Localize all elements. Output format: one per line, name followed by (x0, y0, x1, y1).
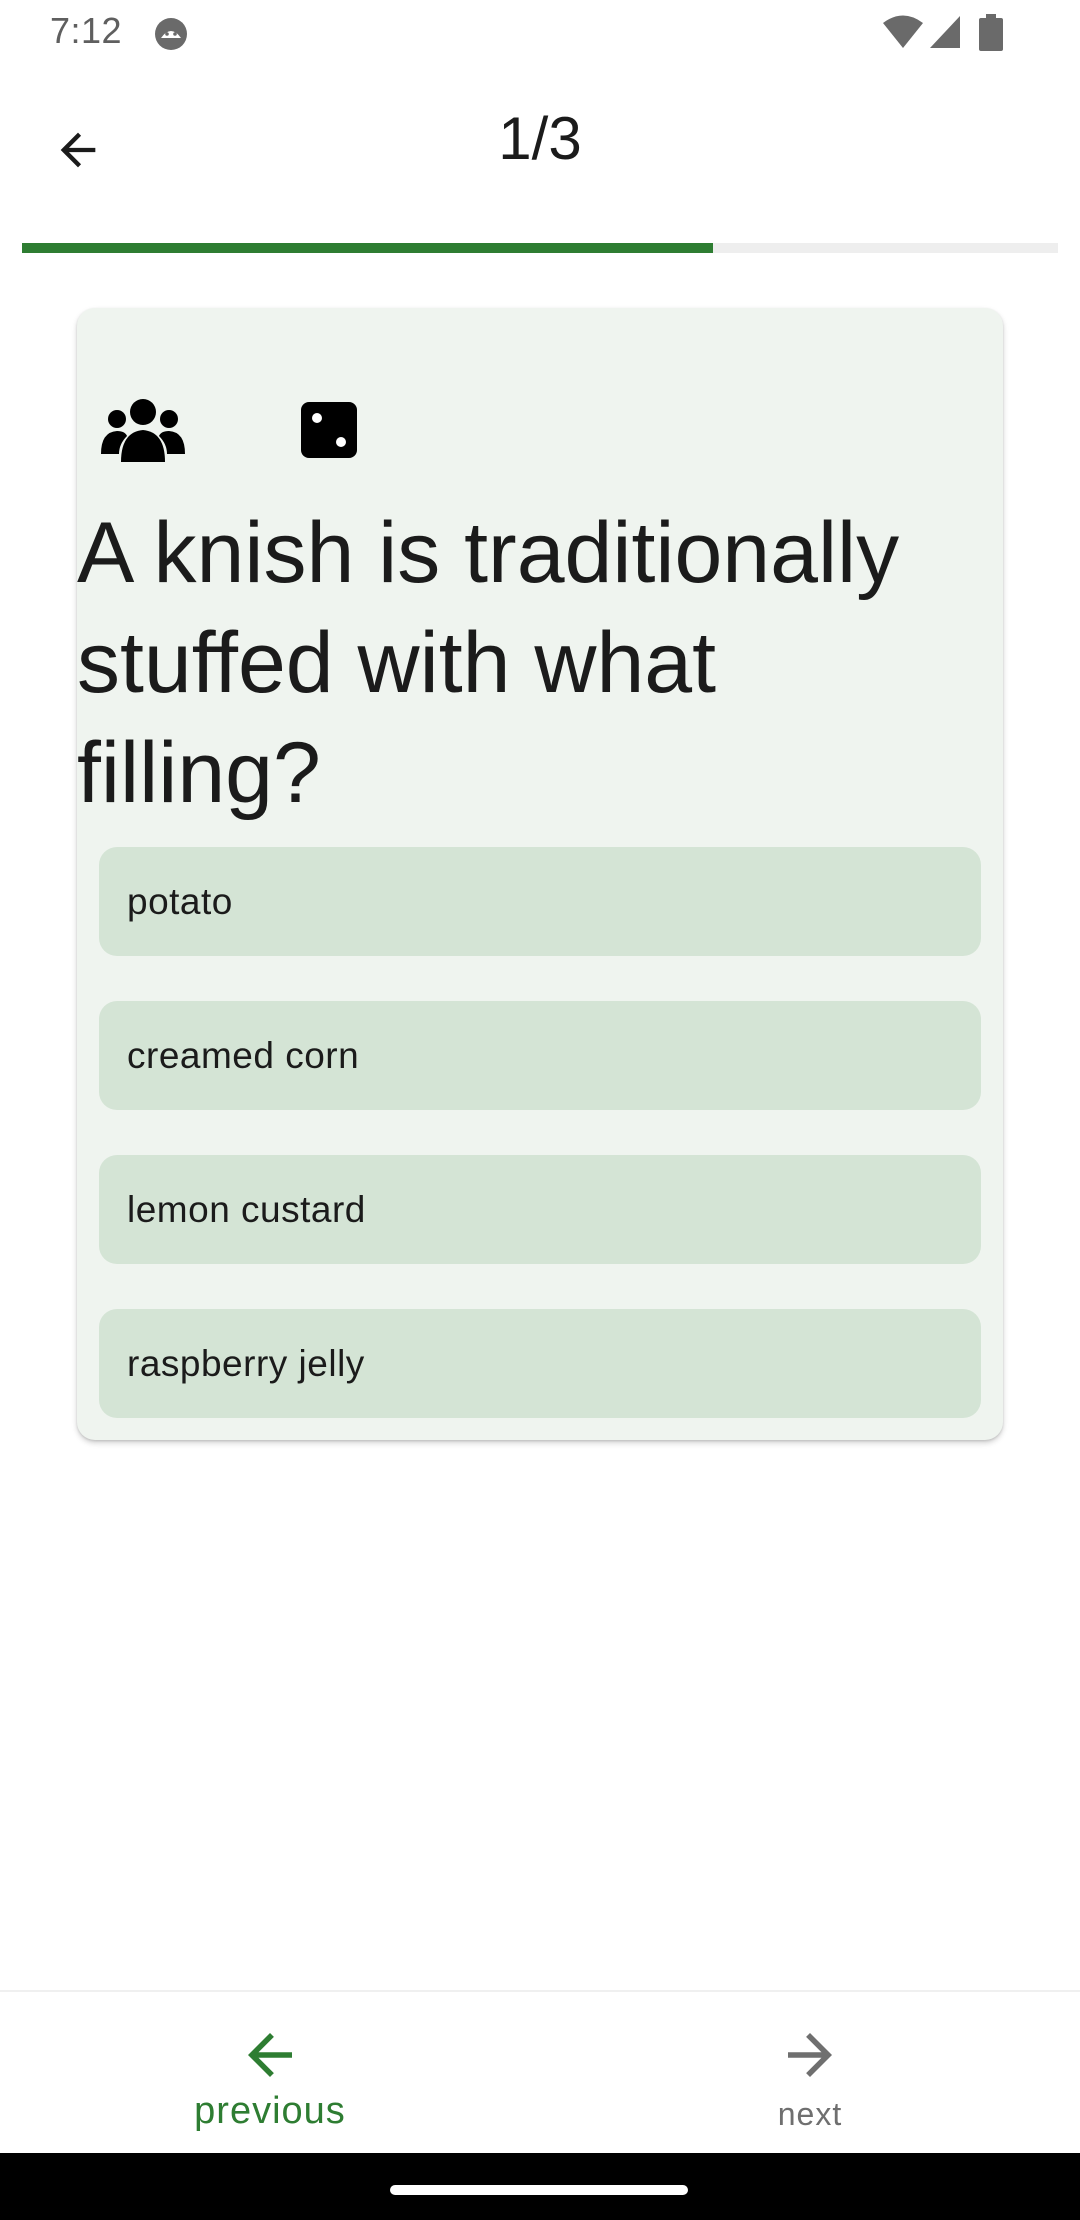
answer-label: creamed corn (127, 1034, 360, 1076)
answer-label: lemon custard (127, 1188, 366, 1230)
previous-button[interactable]: previous (0, 1992, 540, 2155)
status-bar: 7:12 (0, 0, 1080, 66)
system-navigation-bar (0, 2153, 1080, 2220)
next-label: next (777, 2096, 843, 2132)
answer-option[interactable]: potato (99, 847, 981, 956)
answer-option[interactable]: lemon custard (99, 1155, 981, 1264)
progress-bar (22, 243, 1058, 253)
home-indicator[interactable] (390, 2185, 688, 2195)
next-button[interactable]: next (540, 1992, 1080, 2155)
battery-icon (979, 14, 1003, 51)
wifi-icon (883, 15, 923, 48)
answer-label: potato (127, 880, 233, 922)
page-title: 1/3 (498, 105, 582, 172)
question-card: A knish is traditionally stuffed with wh… (77, 308, 1003, 1440)
question-text: A knish is traditionally stuffed with wh… (77, 505, 900, 821)
status-time: 7:12 (50, 10, 123, 51)
group-icon (101, 399, 185, 462)
dice-one-icon (301, 402, 357, 458)
android-debug-icon (155, 18, 187, 50)
answer-label: raspberry jelly (127, 1342, 365, 1384)
app-bar: 1/3 (0, 66, 1080, 216)
arrow-right-icon (788, 2033, 832, 2077)
cell-signal-icon (930, 16, 960, 48)
arrow-left-icon (248, 2033, 292, 2077)
answer-option[interactable]: raspberry jelly (99, 1309, 981, 1418)
bottom-navigation: previous next (0, 1990, 1080, 2155)
previous-label: previous (194, 2090, 346, 2132)
answer-option[interactable]: creamed corn (99, 1001, 981, 1110)
progress-fill (22, 243, 713, 253)
